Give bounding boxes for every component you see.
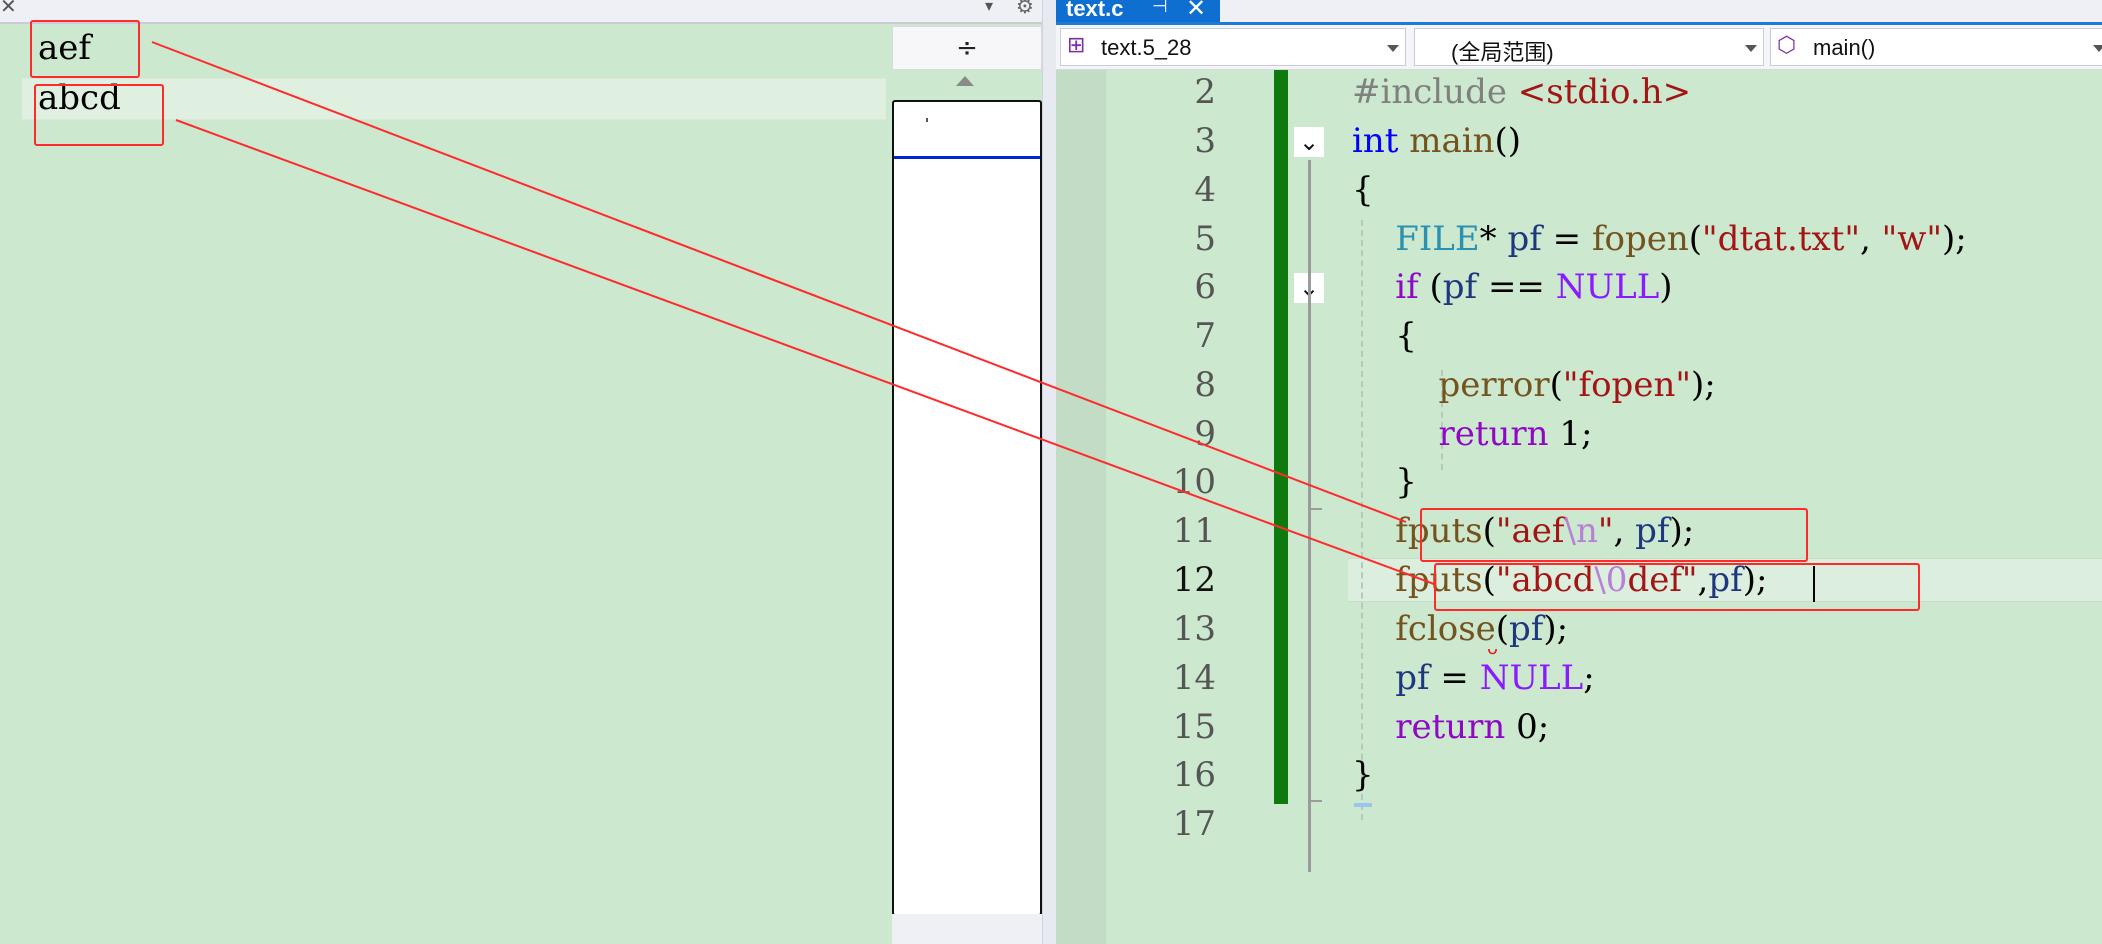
project-dropdown-value: text.5_28 (1101, 35, 1192, 60)
gear-icon[interactable]: ⚙ (1016, 0, 1034, 18)
project-dropdown[interactable]: ⊞ text.5_28 (1060, 28, 1406, 66)
line-number: 6 (1194, 267, 1216, 307)
code-line[interactable]: { (1352, 170, 1374, 210)
fold-region-end (1308, 508, 1322, 510)
code-line[interactable]: perror("fopen"); (1352, 365, 1715, 405)
close-icon[interactable]: ✕ (1186, 0, 1206, 22)
annotation-box (1420, 508, 1808, 562)
line-number: 2 (1194, 72, 1216, 112)
navigation-bar: ⊞ text.5_28 (全局范围) ⬡ main() (1056, 25, 2102, 70)
code-editor-pane: text.c ⊣ ✕ ⊞ text.5_28 (全局范围) ⬡ main() 2… (1056, 0, 2102, 944)
close-icon[interactable]: ✕ (0, 0, 17, 18)
tab-title: text.c (1066, 0, 1124, 21)
line-number: 10 (1172, 462, 1216, 502)
scope-dropdown[interactable]: (全局范围) (1414, 28, 1764, 66)
code-line[interactable]: FILE* pf = fopen("dtat.txt", "w"); (1352, 219, 1967, 259)
line-number: 4 (1194, 170, 1216, 210)
code-line[interactable]: } (1352, 755, 1374, 795)
chevron-down-icon (1745, 45, 1757, 52)
error-squiggle: ᴗ (1487, 638, 1499, 659)
code-line[interactable]: #include <stdio.h> (1352, 72, 1691, 112)
tab-text-c[interactable]: text.c ⊣ ✕ (1056, 0, 1220, 22)
code-line[interactable]: pf = NULL; (1352, 658, 1595, 698)
pin-icon[interactable]: ⊣ (1152, 0, 1168, 17)
change-tracking-bar (1274, 70, 1288, 804)
left-pane-titlebar: ✕ ▾ ⚙ (0, 0, 1042, 24)
minimap-viewport-marker[interactable] (894, 156, 1040, 159)
chevron-down-icon[interactable]: ▾ (985, 0, 993, 15)
annotation-box (1434, 563, 1920, 611)
code-line[interactable]: return 1; (1352, 414, 1592, 454)
line-number: 5 (1194, 219, 1216, 259)
line-number: 8 (1194, 365, 1216, 405)
line-number: 7 (1194, 316, 1216, 356)
document-tab-bar: text.c ⊣ ✕ (1056, 0, 2102, 25)
function-dropdown[interactable]: ⬡ main() (1770, 28, 2102, 66)
fold-toggle-icon[interactable]: ⌄ (1294, 127, 1324, 157)
function-dropdown-value: main() (1813, 35, 1876, 60)
brace-match-underline (1354, 803, 1372, 807)
fold-region-end (1308, 800, 1322, 802)
line-number: 16 (1172, 755, 1216, 795)
code-line[interactable]: { (1352, 316, 1417, 356)
code-line[interactable]: fclose(pf); (1352, 609, 1568, 649)
split-icon: ÷ (956, 33, 978, 63)
fold-region-line (1308, 160, 1311, 872)
code-line[interactable]: return 0; (1352, 707, 1549, 747)
minimap-mark (926, 118, 928, 122)
code-line[interactable]: if (pf == NULL) (1352, 267, 1672, 307)
scrollbar-footer (892, 914, 1042, 944)
line-number: 14 (1172, 658, 1216, 698)
line-number: 17 (1172, 804, 1216, 844)
code-line[interactable]: } (1352, 462, 1417, 502)
code-editor[interactable]: 2 3 4 5 6 7 8 9 10 11 12 13 14 15 16 17 … (1056, 70, 2102, 944)
split-editor-button[interactable]: ÷ (892, 26, 1042, 70)
line-number: 9 (1194, 414, 1216, 454)
line-number: 15 (1172, 707, 1216, 747)
project-icon: ⊞ (1067, 33, 1086, 58)
code-line[interactable]: int main() (1352, 121, 1521, 161)
scope-dropdown-value: (全局范围) (1451, 40, 1554, 65)
selection-margin[interactable] (1056, 70, 1106, 944)
line-number-current: 12 (1172, 560, 1216, 600)
chevron-down-icon (2093, 45, 2102, 52)
chevron-down-icon (1387, 45, 1399, 52)
line-number: 13 (1172, 609, 1216, 649)
scroll-up-arrow-icon[interactable] (956, 76, 974, 86)
minimap-scrollbar[interactable] (892, 100, 1042, 916)
annotation-box (34, 84, 164, 146)
annotation-box (30, 20, 140, 78)
line-number: 11 (1172, 511, 1216, 551)
line-number: 3 (1194, 121, 1216, 161)
cube-icon: ⬡ (1777, 33, 1797, 58)
